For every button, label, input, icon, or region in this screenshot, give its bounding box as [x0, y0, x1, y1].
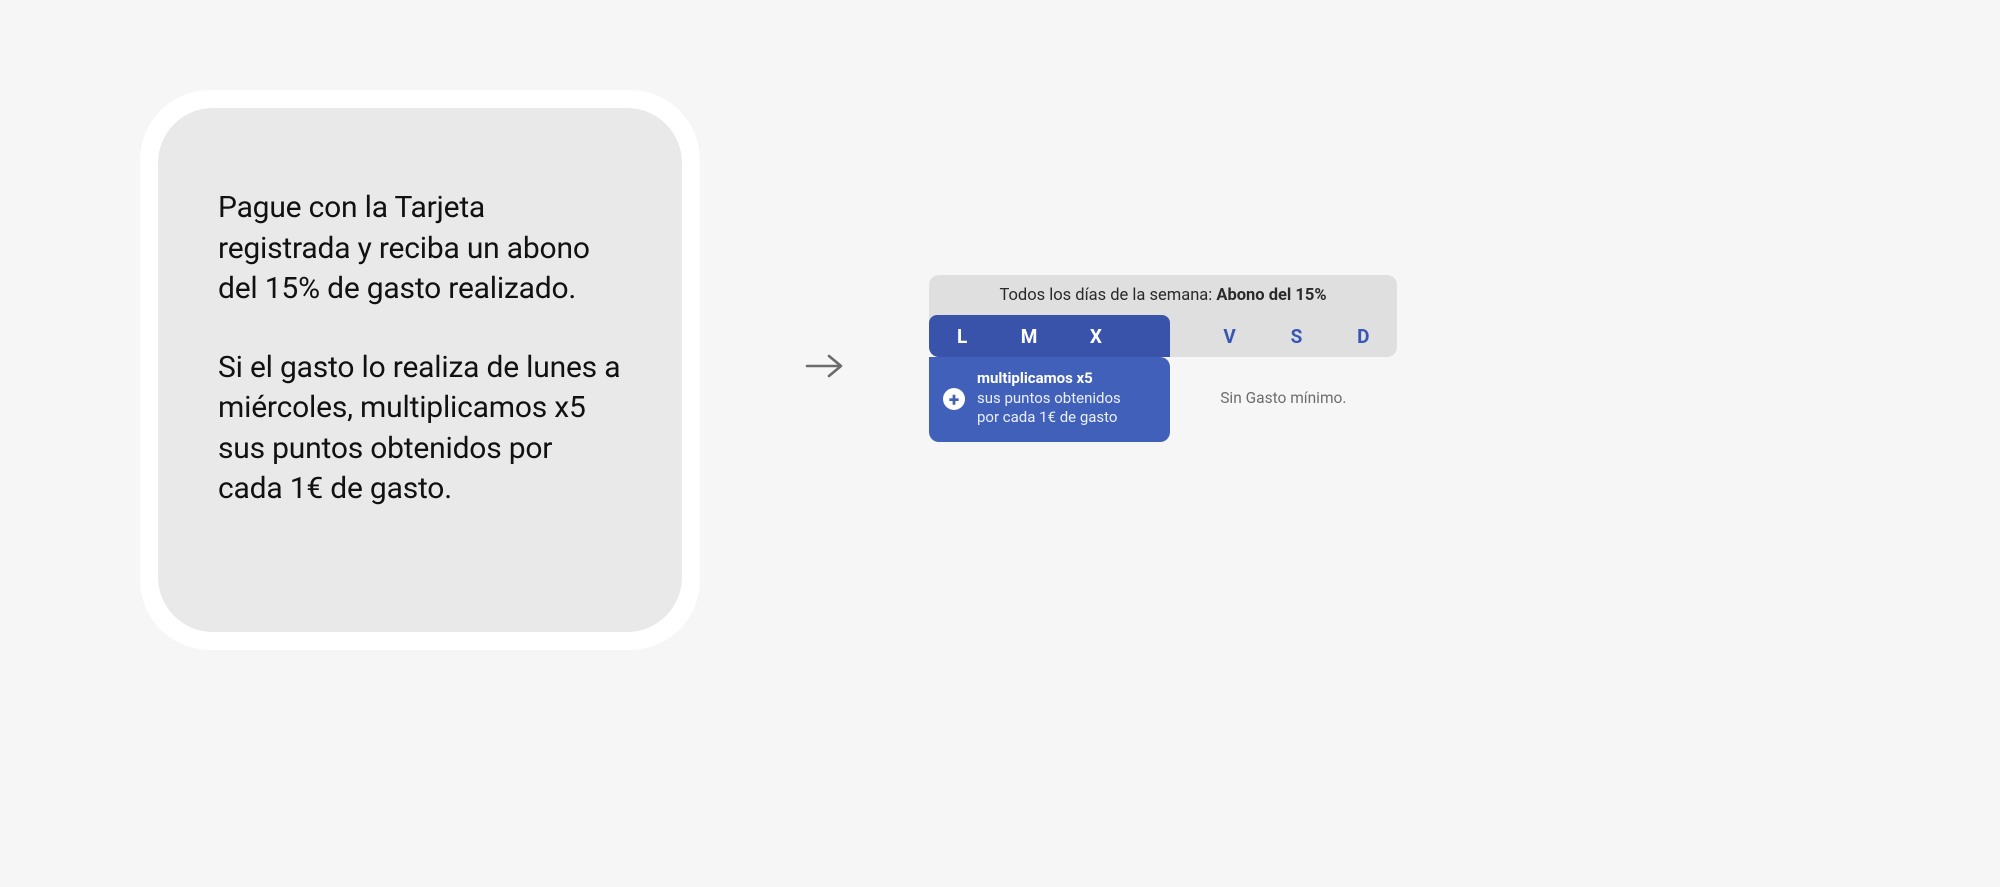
below-row: + multiplicamos x5 sus puntos obtenidos … [929, 357, 1397, 442]
bonus-card: + multiplicamos x5 sus puntos obtenidos … [929, 357, 1170, 442]
plus-icon: + [943, 388, 965, 410]
bonus-line-3: por cada 1€ de gasto [977, 408, 1118, 426]
bonus-text: multiplicamos x5 sus puntos obtenidos po… [977, 369, 1121, 428]
week-row-wrap: L M X V S D [929, 315, 1397, 357]
week-day-row: L M X V S D [929, 315, 1397, 357]
bonus-line-2: sus puntos obtenidos [977, 389, 1121, 407]
promo-paragraph-1: Pague con la Tarjeta registrada y reciba… [218, 188, 622, 310]
week-caption-prefix: Todos los días de la semana: [999, 286, 1216, 305]
day-monday: L [929, 325, 996, 348]
footnote: Sin Gasto mínimo. [1170, 357, 1397, 407]
day-saturday: S [1263, 325, 1330, 348]
week-bonus-widget: Todos los días de la semana: Abono del 1… [929, 275, 1397, 442]
day-friday: V [1196, 325, 1263, 348]
arrow-right-icon [805, 350, 845, 382]
week-bar: Todos los días de la semana: Abono del 1… [929, 275, 1397, 357]
day-wednesday: X [1063, 325, 1130, 348]
bonus-title: multiplicamos x5 [977, 369, 1093, 387]
promo-text-card-inner: Pague con la Tarjeta registrada y reciba… [158, 108, 682, 632]
day-tuesday: M [996, 325, 1063, 348]
week-caption: Todos los días de la semana: Abono del 1… [929, 275, 1397, 315]
day-sunday: D [1330, 325, 1397, 348]
week-caption-strong: Abono del 15% [1216, 286, 1326, 305]
promo-paragraph-2: Si el gasto lo realiza de lunes a miérco… [218, 348, 622, 510]
promo-text-card: Pague con la Tarjeta registrada y reciba… [140, 90, 700, 650]
